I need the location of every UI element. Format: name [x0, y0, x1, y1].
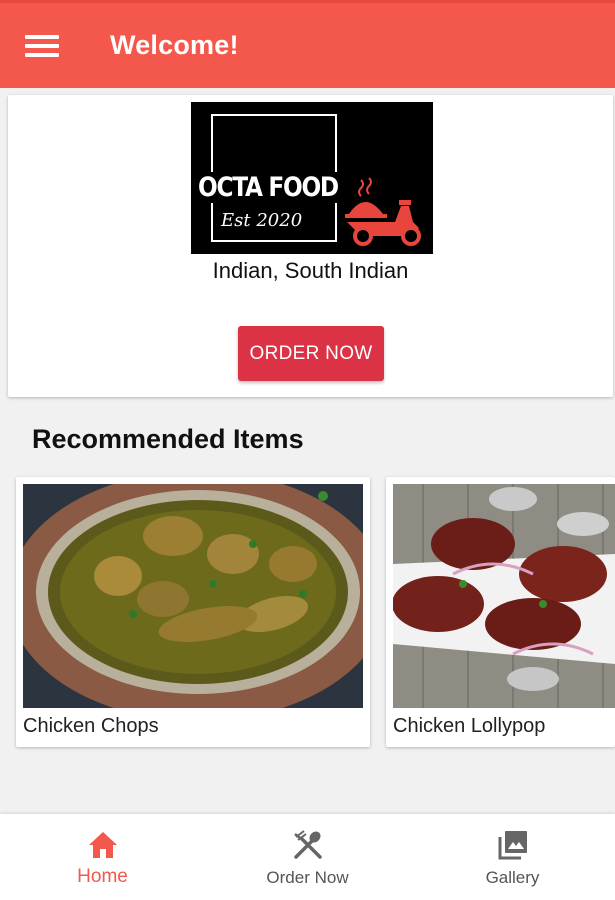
chicken-lollypop-photo	[393, 484, 615, 708]
gallery-icon	[496, 828, 530, 862]
nav-item-home[interactable]: Home	[0, 814, 205, 900]
home-icon	[86, 828, 120, 862]
fork-spoon-icon	[291, 828, 325, 862]
recommended-item-card[interactable]: Chicken Lollypop	[386, 477, 615, 747]
nav-item-gallery[interactable]: Gallery	[410, 814, 615, 900]
nav-label-gallery: Gallery	[485, 868, 540, 887]
cuisine-text: Indian, South Indian	[212, 258, 409, 283]
restaurant-card: OCTA FOOD Est 2020 Indian, South Indian …	[8, 95, 613, 397]
app-bar: Welcome!	[0, 0, 615, 88]
logo-est-text: Est 2020	[221, 210, 303, 231]
chicken-chops-photo	[23, 484, 363, 708]
hamburger-menu-icon	[25, 34, 59, 57]
logo-brand-text: OCTA FOOD	[198, 172, 340, 203]
page-title: Welcome!	[110, 30, 239, 60]
recommended-title: Recommended Items	[32, 424, 304, 454]
nav-label-home: Home	[77, 866, 128, 887]
restaurant-logo: OCTA FOOD Est 2020	[191, 102, 433, 254]
nav-label-order-now: Order Now	[266, 868, 349, 887]
order-now-button[interactable]: ORDER NOW	[238, 326, 384, 381]
delivery-scooter-icon	[345, 177, 421, 246]
menu-button[interactable]	[0, 2, 84, 90]
item-name: Chicken Chops	[23, 715, 159, 737]
bottom-navigation: Home Order Now Gallery	[0, 814, 615, 900]
item-name: Chicken Lollypop	[393, 715, 546, 737]
recommended-item-card[interactable]: Chicken Chops	[16, 477, 370, 747]
nav-item-order-now[interactable]: Order Now	[205, 814, 410, 900]
